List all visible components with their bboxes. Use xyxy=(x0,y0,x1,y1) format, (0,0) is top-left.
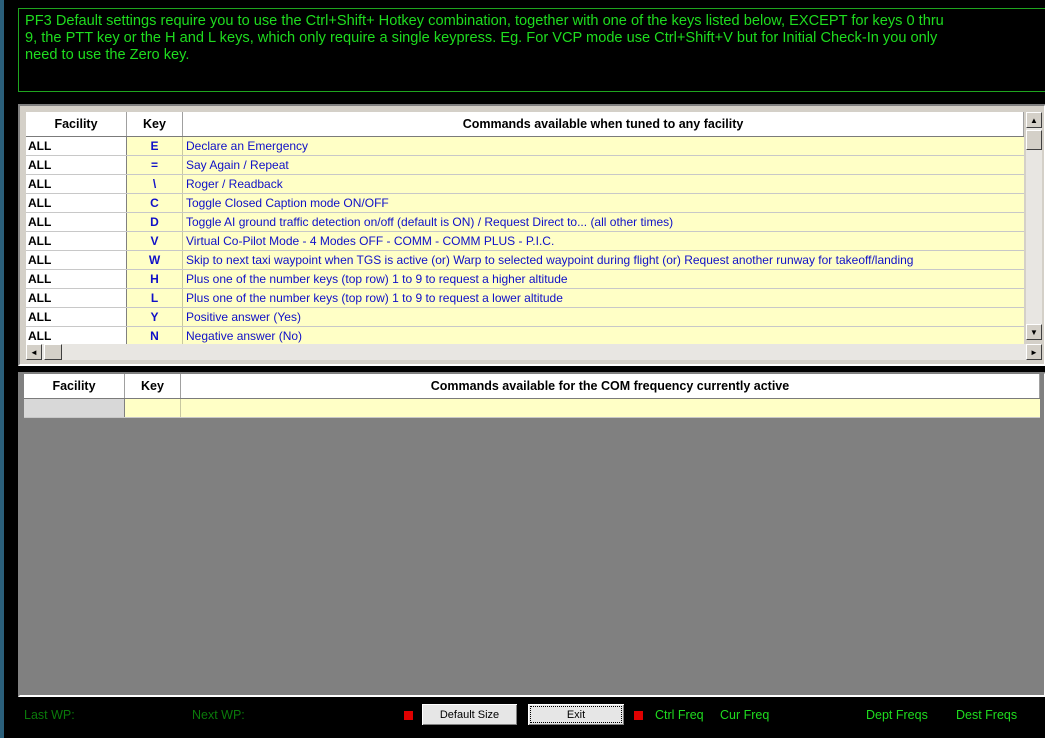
vertical-scrollbar[interactable]: ▲ ▼ xyxy=(1026,112,1042,340)
app-window: PF3 Default settings require you to use … xyxy=(0,0,1045,738)
command-cell: Toggle Closed Caption mode ON/OFF xyxy=(183,194,1024,212)
table-row[interactable]: ALL W Skip to next taxi waypoint when TG… xyxy=(26,251,1024,270)
command-cell: Virtual Co-Pilot Mode - 4 Modes OFF - CO… xyxy=(183,232,1024,250)
command-cell: Toggle AI ground traffic detection on/of… xyxy=(183,213,1024,231)
facility-column-header[interactable]: Facility xyxy=(24,374,125,398)
facility-cell xyxy=(24,399,125,417)
status-bar: Last WP: Next WP: Default Size Exit Ctrl… xyxy=(18,700,1045,732)
any-facility-commands-panel: Facility Key Commands available when tun… xyxy=(18,104,1045,366)
command-cell: Plus one of the number keys (top row) 1 … xyxy=(183,270,1024,288)
banner-line-3: need to use the Zero key. xyxy=(25,47,190,63)
dest-freqs-label[interactable]: Dest Freqs xyxy=(956,708,1017,722)
key-cell: L xyxy=(127,289,183,307)
command-cell: Say Again / Repeat xyxy=(183,156,1024,174)
key-cell: C xyxy=(127,194,183,212)
table-row[interactable]: ALL \ Roger / Readback xyxy=(26,175,1024,194)
vertical-scroll-thumb[interactable] xyxy=(1026,130,1042,150)
commands-column-header[interactable]: Commands available for the COM frequency… xyxy=(181,374,1040,398)
facility-cell: ALL xyxy=(26,156,127,174)
cur-freq-label[interactable]: Cur Freq xyxy=(720,708,769,722)
scroll-left-icon[interactable]: ◄ xyxy=(26,344,42,360)
table-row[interactable]: ALL V Virtual Co-Pilot Mode - 4 Modes OF… xyxy=(26,232,1024,251)
scroll-up-icon[interactable]: ▲ xyxy=(1026,112,1042,128)
default-size-button[interactable]: Default Size xyxy=(421,703,518,726)
table-row[interactable]: ALL H Plus one of the number keys (top r… xyxy=(26,270,1024,289)
key-cell: \ xyxy=(127,175,183,193)
key-column-header[interactable]: Key xyxy=(127,112,183,136)
last-waypoint-label: Last WP: xyxy=(24,708,75,722)
table-row[interactable]: ALL L Plus one of the number keys (top r… xyxy=(26,289,1024,308)
exit-button[interactable]: Exit xyxy=(527,703,625,726)
any-facility-commands-grid[interactable]: Facility Key Commands available when tun… xyxy=(26,112,1024,344)
scroll-down-icon[interactable]: ▼ xyxy=(1026,324,1042,340)
facility-cell: ALL xyxy=(26,232,127,250)
key-cell: H xyxy=(127,270,183,288)
dept-freqs-label[interactable]: Dept Freqs xyxy=(866,708,928,722)
command-cell: Skip to next taxi waypoint when TGS is a… xyxy=(183,251,1024,269)
grid-header: Facility Key Commands available when tun… xyxy=(26,112,1024,137)
banner-line-2: 9, the PTT key or the H and L keys, whic… xyxy=(25,30,938,46)
table-row[interactable] xyxy=(24,399,1040,418)
ctrl-freq-label[interactable]: Ctrl Freq xyxy=(655,708,704,722)
key-cell: W xyxy=(127,251,183,269)
facility-cell: ALL xyxy=(26,308,127,326)
horizontal-scroll-thumb[interactable] xyxy=(44,344,62,360)
facility-cell: ALL xyxy=(26,137,127,155)
facility-cell: ALL xyxy=(26,327,127,344)
table-row[interactable]: ALL C Toggle Closed Caption mode ON/OFF xyxy=(26,194,1024,213)
facility-cell: ALL xyxy=(26,194,127,212)
grid-header: Facility Key Commands available for the … xyxy=(24,374,1040,399)
facility-cell: ALL xyxy=(26,175,127,193)
key-cell: Y xyxy=(127,308,183,326)
com-frequency-commands-grid[interactable]: Facility Key Commands available for the … xyxy=(24,374,1040,418)
command-cell: Declare an Emergency xyxy=(183,137,1024,155)
commands-column-header[interactable]: Commands available when tuned to any fac… xyxy=(183,112,1024,136)
table-row[interactable]: ALL = Say Again / Repeat xyxy=(26,156,1024,175)
key-column-header[interactable]: Key xyxy=(125,374,181,398)
table-row[interactable]: ALL D Toggle AI ground traffic detection… xyxy=(26,213,1024,232)
key-cell xyxy=(125,399,181,417)
horizontal-scrollbar[interactable]: ◄ ► xyxy=(26,344,1042,360)
instructions-banner: PF3 Default settings require you to use … xyxy=(18,8,1045,92)
key-cell: = xyxy=(127,156,183,174)
command-cell: Negative answer (No) xyxy=(183,327,1024,344)
facility-cell: ALL xyxy=(26,289,127,307)
key-cell: N xyxy=(127,327,183,344)
facility-cell: ALL xyxy=(26,270,127,288)
facility-cell: ALL xyxy=(26,251,127,269)
facility-column-header[interactable]: Facility xyxy=(26,112,127,136)
status-indicator-icon xyxy=(404,711,413,720)
key-cell: V xyxy=(127,232,183,250)
com-frequency-commands-panel: Facility Key Commands available for the … xyxy=(18,372,1045,697)
table-row[interactable]: ALL Y Positive answer (Yes) xyxy=(26,308,1024,327)
freq-indicator-icon xyxy=(634,711,643,720)
table-row[interactable]: ALL E Declare an Emergency xyxy=(26,137,1024,156)
command-cell: Roger / Readback xyxy=(183,175,1024,193)
facility-cell: ALL xyxy=(26,213,127,231)
key-cell: D xyxy=(127,213,183,231)
banner-line-1: PF3 Default settings require you to use … xyxy=(25,13,944,29)
scroll-right-icon[interactable]: ► xyxy=(1026,344,1042,360)
command-cell: Positive answer (Yes) xyxy=(183,308,1024,326)
key-cell: E xyxy=(127,137,183,155)
next-waypoint-label: Next WP: xyxy=(192,708,245,722)
command-cell xyxy=(181,399,1040,417)
table-row[interactable]: ALL N Negative answer (No) xyxy=(26,327,1024,344)
command-cell: Plus one of the number keys (top row) 1 … xyxy=(183,289,1024,307)
